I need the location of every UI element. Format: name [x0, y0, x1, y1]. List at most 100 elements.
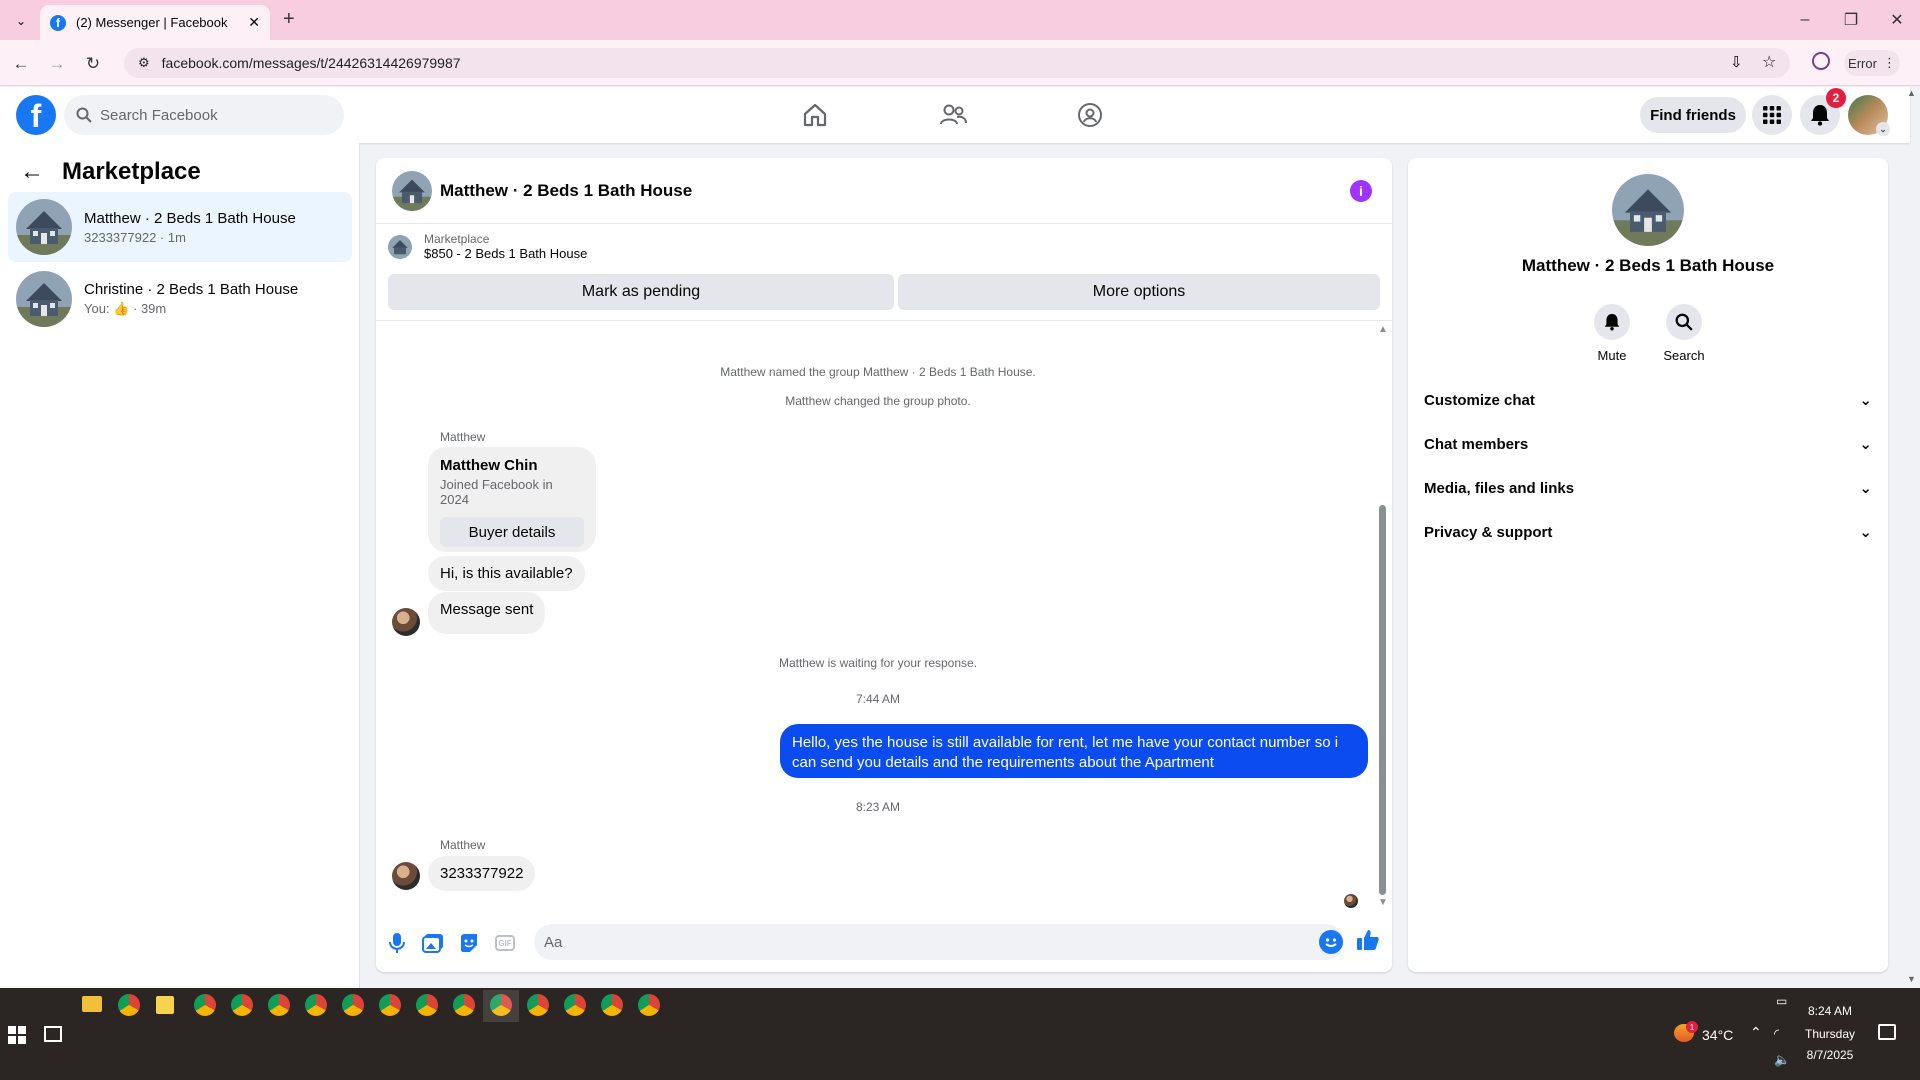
clock-date[interactable]: 8/7/2025 — [1800, 1048, 1860, 1062]
chrome-icon[interactable] — [379, 994, 401, 1016]
page-scroll-down-icon[interactable]: ▼ — [1907, 974, 1916, 984]
find-friends-button[interactable]: Find friends — [1640, 97, 1746, 133]
buyer-profile-card: Matthew Chin Joined Facebook in 2024 Buy… — [428, 447, 596, 552]
chrome-icon[interactable] — [453, 994, 475, 1016]
listing-strip[interactable]: Marketplace $850 - 2 Beds 1 Bath House — [388, 232, 587, 261]
message-input[interactable]: Aa — [534, 924, 1344, 960]
sticker-icon[interactable] — [456, 930, 482, 956]
back-icon[interactable]: ← — [8, 51, 34, 77]
bookmark-star-icon[interactable]: ☆ — [1762, 52, 1776, 72]
facebook-search-input[interactable]: Search Facebook — [64, 95, 344, 135]
chrome-icon[interactable] — [305, 994, 327, 1016]
marketplace-header: ← Marketplace — [20, 158, 201, 186]
sender-name: Matthew — [440, 838, 486, 852]
gif-icon[interactable]: GIF — [492, 930, 518, 956]
minimize-icon[interactable]: – — [1782, 0, 1828, 40]
preview-prefix: You: — [84, 301, 110, 316]
buyer-details-button[interactable]: Buyer details — [440, 517, 584, 547]
weather-temp[interactable]: 34°C — [1702, 1027, 1733, 1043]
chrome-icon[interactable] — [416, 994, 438, 1016]
search-in-conversation-button[interactable]: Search — [1654, 304, 1714, 363]
like-thumb-icon[interactable] — [1356, 928, 1380, 952]
profile-icon[interactable] — [1812, 52, 1830, 70]
menu-grid-icon[interactable] — [1752, 95, 1792, 135]
account-chevron-icon[interactable]: ⌄ — [1876, 122, 1890, 136]
scroll-down-icon[interactable]: ▼ — [1378, 897, 1388, 908]
chrome-icon[interactable] — [601, 994, 623, 1016]
new-tab-icon[interactable]: + — [283, 8, 295, 31]
friends-icon[interactable] — [933, 100, 973, 130]
chrome-icon[interactable] — [564, 994, 586, 1016]
outgoing-message: Hello, yes the house is still available … — [780, 724, 1368, 778]
install-app-icon[interactable]: ⇩ — [1730, 53, 1743, 71]
chrome-icon[interactable] — [268, 994, 290, 1016]
volume-icon[interactable]: 🔈 — [1774, 1052, 1790, 1068]
privacy-support-section[interactable]: Privacy & support ⌄ — [1424, 512, 1872, 552]
forward-icon[interactable]: → — [44, 51, 70, 77]
reload-icon[interactable]: ↻ — [80, 51, 106, 77]
emoji-icon[interactable] — [1319, 930, 1343, 954]
timestamp: 7:44 AM — [855, 692, 901, 706]
details-title: Matthew · 2 Beds 1 Bath House — [1521, 256, 1775, 275]
system-message: Matthew is waiting for your response. — [778, 656, 978, 670]
tab-close-icon[interactable]: ✕ — [248, 14, 260, 31]
chrome-icon[interactable] — [194, 994, 216, 1016]
mute-button[interactable]: Mute — [1582, 304, 1642, 363]
tab-title: (2) Messenger | Facebook — [76, 15, 228, 30]
task-view-icon[interactable] — [44, 1026, 62, 1042]
photo-icon[interactable] — [420, 930, 446, 956]
chrome-icon[interactable] — [638, 994, 660, 1016]
chrome-icon[interactable] — [231, 994, 253, 1016]
conversation-item-christine[interactable]: Christine · 2 Beds 1 Bath House You: 👍 ·… — [8, 264, 352, 334]
tab-search-icon[interactable]: ⌄ — [10, 10, 32, 32]
house-thumbnail — [16, 271, 72, 327]
search-icon — [76, 107, 92, 123]
chevron-down-icon: ⌄ — [1859, 524, 1872, 541]
house-thumbnail — [16, 199, 72, 255]
notification-badge: 2 — [1826, 88, 1846, 108]
clock-day[interactable]: Thursday — [1800, 1027, 1860, 1041]
media-files-links-section[interactable]: Media, files and links ⌄ — [1424, 468, 1872, 508]
site-info-icon[interactable]: ⚙ — [138, 55, 150, 71]
sender-avatar — [392, 608, 420, 636]
file-explorer-icon[interactable] — [82, 996, 102, 1012]
menu-kebab-icon: ⋮ — [1882, 55, 1896, 70]
marketplace-title: Marketplace — [62, 158, 201, 185]
close-window-icon[interactable]: ✕ — [1874, 0, 1920, 40]
restore-icon[interactable]: ❐ — [1828, 0, 1874, 40]
error-button[interactable]: Error ⋮ — [1844, 50, 1900, 76]
scroll-up-icon[interactable]: ▲ — [1378, 324, 1388, 335]
chrome-icon[interactable] — [118, 994, 140, 1016]
page-scroll-up-icon[interactable]: ▲ — [1907, 88, 1916, 98]
groups-icon[interactable] — [1070, 100, 1110, 130]
chat-scrollbar[interactable] — [1379, 505, 1386, 895]
address-bar[interactable]: ⚙ facebook.com/messages/t/24426314426979… — [124, 48, 1790, 78]
mark-as-pending-button[interactable]: Mark as pending — [388, 274, 894, 310]
facebook-logo[interactable]: f — [16, 95, 56, 135]
microphone-icon[interactable] — [384, 930, 410, 956]
tray-chevron-icon[interactable]: ⌃ — [1750, 1024, 1762, 1041]
home-icon[interactable] — [795, 100, 835, 130]
buyer-name: Matthew Chin — [440, 457, 538, 474]
conversation-item-matthew[interactable]: Matthew · 2 Beds 1 Bath House 3233377922… — [8, 192, 352, 262]
network-icon[interactable]: ◜ — [1774, 1026, 1779, 1042]
customize-chat-section[interactable]: Customize chat ⌄ — [1424, 380, 1872, 420]
chrome-icon[interactable] — [527, 994, 549, 1016]
clock-time[interactable]: 8:24 AM — [1800, 1004, 1860, 1018]
system-message: Matthew named the group Matthew · 2 Beds… — [720, 365, 1036, 379]
browser-tab-messenger[interactable]: f (2) Messenger | Facebook ✕ — [40, 5, 270, 40]
conversation-name: Christine · 2 Beds 1 Bath House — [84, 281, 299, 298]
chat-members-section[interactable]: Chat members ⌄ — [1424, 424, 1872, 464]
search-icon — [1666, 304, 1702, 340]
windows-start-icon[interactable] — [8, 1026, 26, 1044]
back-arrow-icon[interactable]: ← — [20, 158, 44, 186]
chrome-icon[interactable] — [342, 994, 364, 1016]
device-icon[interactable]: ▭ — [1776, 994, 1787, 1008]
notification-center-icon[interactable] — [1878, 1024, 1896, 1040]
sticky-notes-icon[interactable] — [156, 996, 174, 1014]
facebook-logo-letter: f — [30, 98, 42, 134]
info-icon[interactable]: i — [1350, 180, 1372, 202]
chat-header[interactable]: Matthew · 2 Beds 1 Bath House — [376, 158, 1392, 224]
listing-thumbnail — [388, 234, 412, 259]
more-options-button[interactable]: More options — [898, 274, 1380, 310]
